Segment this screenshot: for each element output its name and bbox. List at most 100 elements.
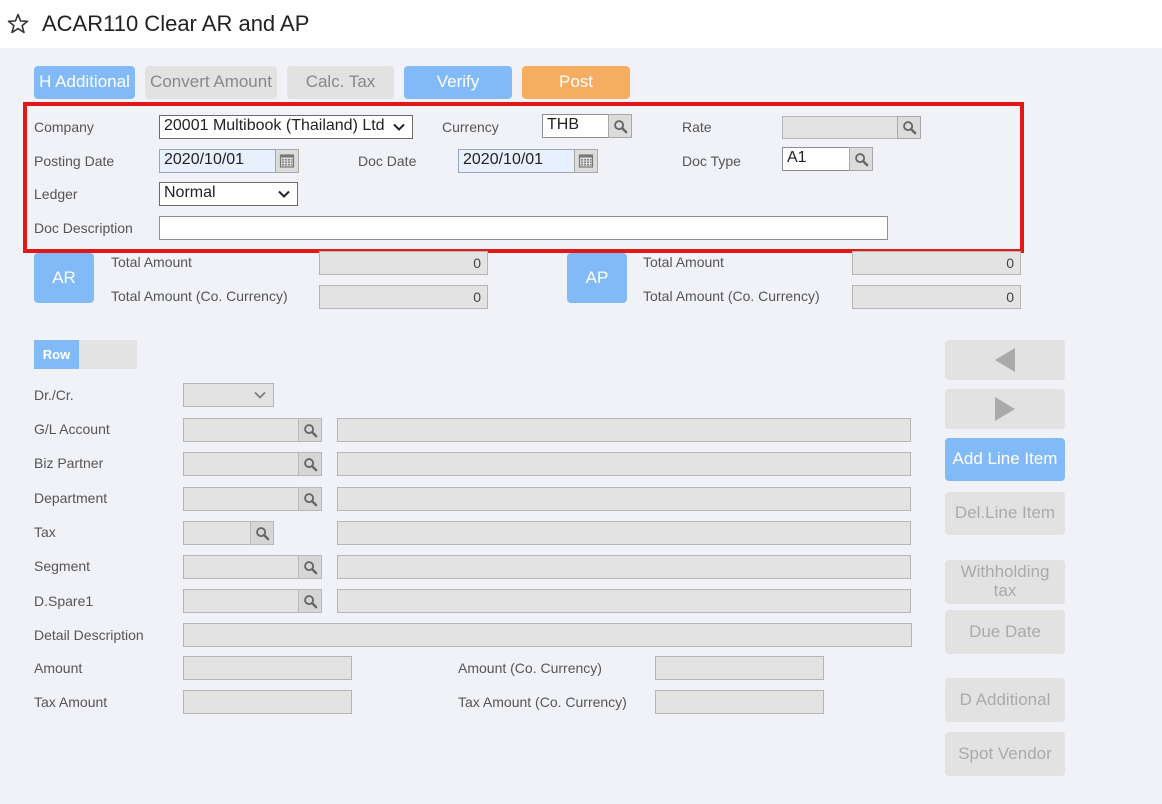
ledger-select[interactable]: Normal [159, 182, 298, 206]
post-button[interactable]: Post [522, 66, 630, 99]
ledger-value: Normal [164, 184, 216, 201]
dspare1-input[interactable] [183, 589, 299, 613]
doc-description-label: Doc Description [34, 220, 133, 236]
segment-search-button[interactable] [298, 555, 322, 579]
tax-name [337, 521, 911, 545]
d-additional-button[interactable]: D Additional [945, 678, 1065, 722]
search-icon [613, 119, 628, 134]
ar-button[interactable]: AR [34, 253, 94, 303]
posting-date-input[interactable]: 2020/10/01 [159, 149, 276, 173]
calc-tax-button[interactable]: Calc. Tax [287, 66, 394, 99]
department-input[interactable] [183, 487, 299, 511]
drcr-label: Dr./Cr. [34, 387, 74, 403]
rate-label: Rate [682, 119, 712, 135]
currency-label: Currency [442, 119, 499, 135]
doc-date-picker-button[interactable] [574, 149, 598, 173]
ar-total-amount-co: 0 [319, 285, 488, 309]
ar-total-amount-co-label: Total Amount (Co. Currency) [111, 288, 288, 304]
favorite-star-icon[interactable] [6, 12, 30, 36]
chevron-down-icon [254, 390, 266, 400]
department-label: Department [34, 490, 108, 506]
biz-partner-name [337, 452, 911, 476]
gl-account-search-button[interactable] [298, 418, 322, 442]
search-icon [255, 526, 270, 541]
dspare1-label: D.Spare1 [34, 593, 94, 609]
amount-label: Amount [34, 660, 83, 676]
department-name [337, 487, 911, 511]
search-icon [303, 492, 318, 507]
tax-amount-co-label: Tax Amount (Co. Currency) [458, 694, 627, 710]
biz-partner-label: Biz Partner [34, 455, 104, 471]
posting-date-picker-button[interactable] [275, 149, 299, 173]
search-icon [303, 594, 318, 609]
chevron-down-icon [393, 122, 405, 132]
detail-description-input[interactable] [183, 623, 912, 647]
due-date-button[interactable]: Due Date [945, 610, 1065, 654]
posting-date-label: Posting Date [34, 153, 115, 169]
withholding-tax-button[interactable]: Withholding tax [945, 560, 1065, 604]
doc-type-input[interactable]: A1 [782, 147, 850, 171]
calendar-icon [578, 153, 594, 169]
page-title: ACAR110 Clear AR and AP [42, 11, 310, 36]
tax-input[interactable] [183, 521, 251, 545]
company-value: 20001 Multibook (Thailand) Ltd [164, 117, 385, 134]
segment-input[interactable] [183, 555, 299, 579]
del-line-item-button[interactable]: Del.Line Item [945, 492, 1065, 535]
segment-name [337, 555, 911, 579]
segment-label: Segment [34, 558, 91, 574]
next-row-button[interactable] [945, 389, 1065, 429]
ar-total-amount-label: Total Amount [111, 254, 192, 270]
tax-search-button[interactable] [250, 521, 274, 545]
add-line-item-button[interactable]: Add Line Item [945, 438, 1065, 481]
previous-row-button[interactable] [945, 340, 1065, 380]
ap-total-amount-label: Total Amount [643, 254, 724, 270]
triangle-right-icon [995, 397, 1015, 421]
tax-amount-input[interactable] [183, 690, 352, 714]
title-bar: ACAR110 Clear AR and AP [0, 0, 1162, 48]
dspare1-name [337, 589, 911, 613]
ap-total-amount: 0 [852, 251, 1021, 275]
gl-account-input[interactable] [183, 418, 299, 442]
search-icon [902, 120, 917, 135]
company-select[interactable]: 20001 Multibook (Thailand) Ltd [159, 115, 413, 139]
doc-description-input[interactable] [159, 216, 888, 240]
search-icon [854, 152, 869, 167]
company-label: Company [34, 119, 94, 135]
biz-partner-input[interactable] [183, 452, 299, 476]
h-additional-button[interactable]: H Additional [34, 66, 135, 99]
doc-type-label: Doc Type [682, 153, 741, 169]
tab-row[interactable]: Row [34, 340, 79, 369]
chevron-down-icon [278, 189, 290, 199]
ledger-label: Ledger [34, 186, 78, 202]
search-icon [303, 423, 318, 438]
amount-co-label: Amount (Co. Currency) [458, 660, 602, 676]
spot-vendor-button[interactable]: Spot Vendor [945, 732, 1065, 776]
convert-amount-button[interactable]: Convert Amount [145, 66, 277, 99]
doc-type-search-button[interactable] [849, 147, 873, 171]
doc-date-input[interactable]: 2020/10/01 [458, 149, 575, 173]
triangle-left-icon [995, 348, 1015, 372]
rate-input[interactable] [782, 116, 898, 139]
amount-input[interactable] [183, 656, 352, 680]
amount-co-input[interactable] [655, 656, 824, 680]
tax-amount-co-input[interactable] [655, 690, 824, 714]
detail-description-label: Detail Description [34, 627, 144, 643]
ap-total-amount-co-label: Total Amount (Co. Currency) [643, 288, 820, 304]
ap-button[interactable]: AP [567, 253, 627, 303]
rate-search-button[interactable] [897, 116, 921, 139]
calendar-icon [279, 153, 295, 169]
currency-input[interactable]: THB [542, 114, 609, 138]
verify-button[interactable]: Verify [404, 66, 512, 99]
department-search-button[interactable] [298, 487, 322, 511]
tax-amount-label: Tax Amount [34, 694, 108, 710]
doc-date-label: Doc Date [358, 153, 417, 169]
gl-account-name [337, 418, 911, 442]
dspare1-search-button[interactable] [298, 589, 322, 613]
drcr-select[interactable] [183, 383, 274, 407]
biz-partner-search-button[interactable] [298, 452, 322, 476]
currency-search-button[interactable] [608, 114, 632, 138]
ap-total-amount-co: 0 [852, 285, 1021, 309]
ar-total-amount: 0 [319, 251, 488, 275]
search-icon [303, 457, 318, 472]
search-icon [303, 560, 318, 575]
